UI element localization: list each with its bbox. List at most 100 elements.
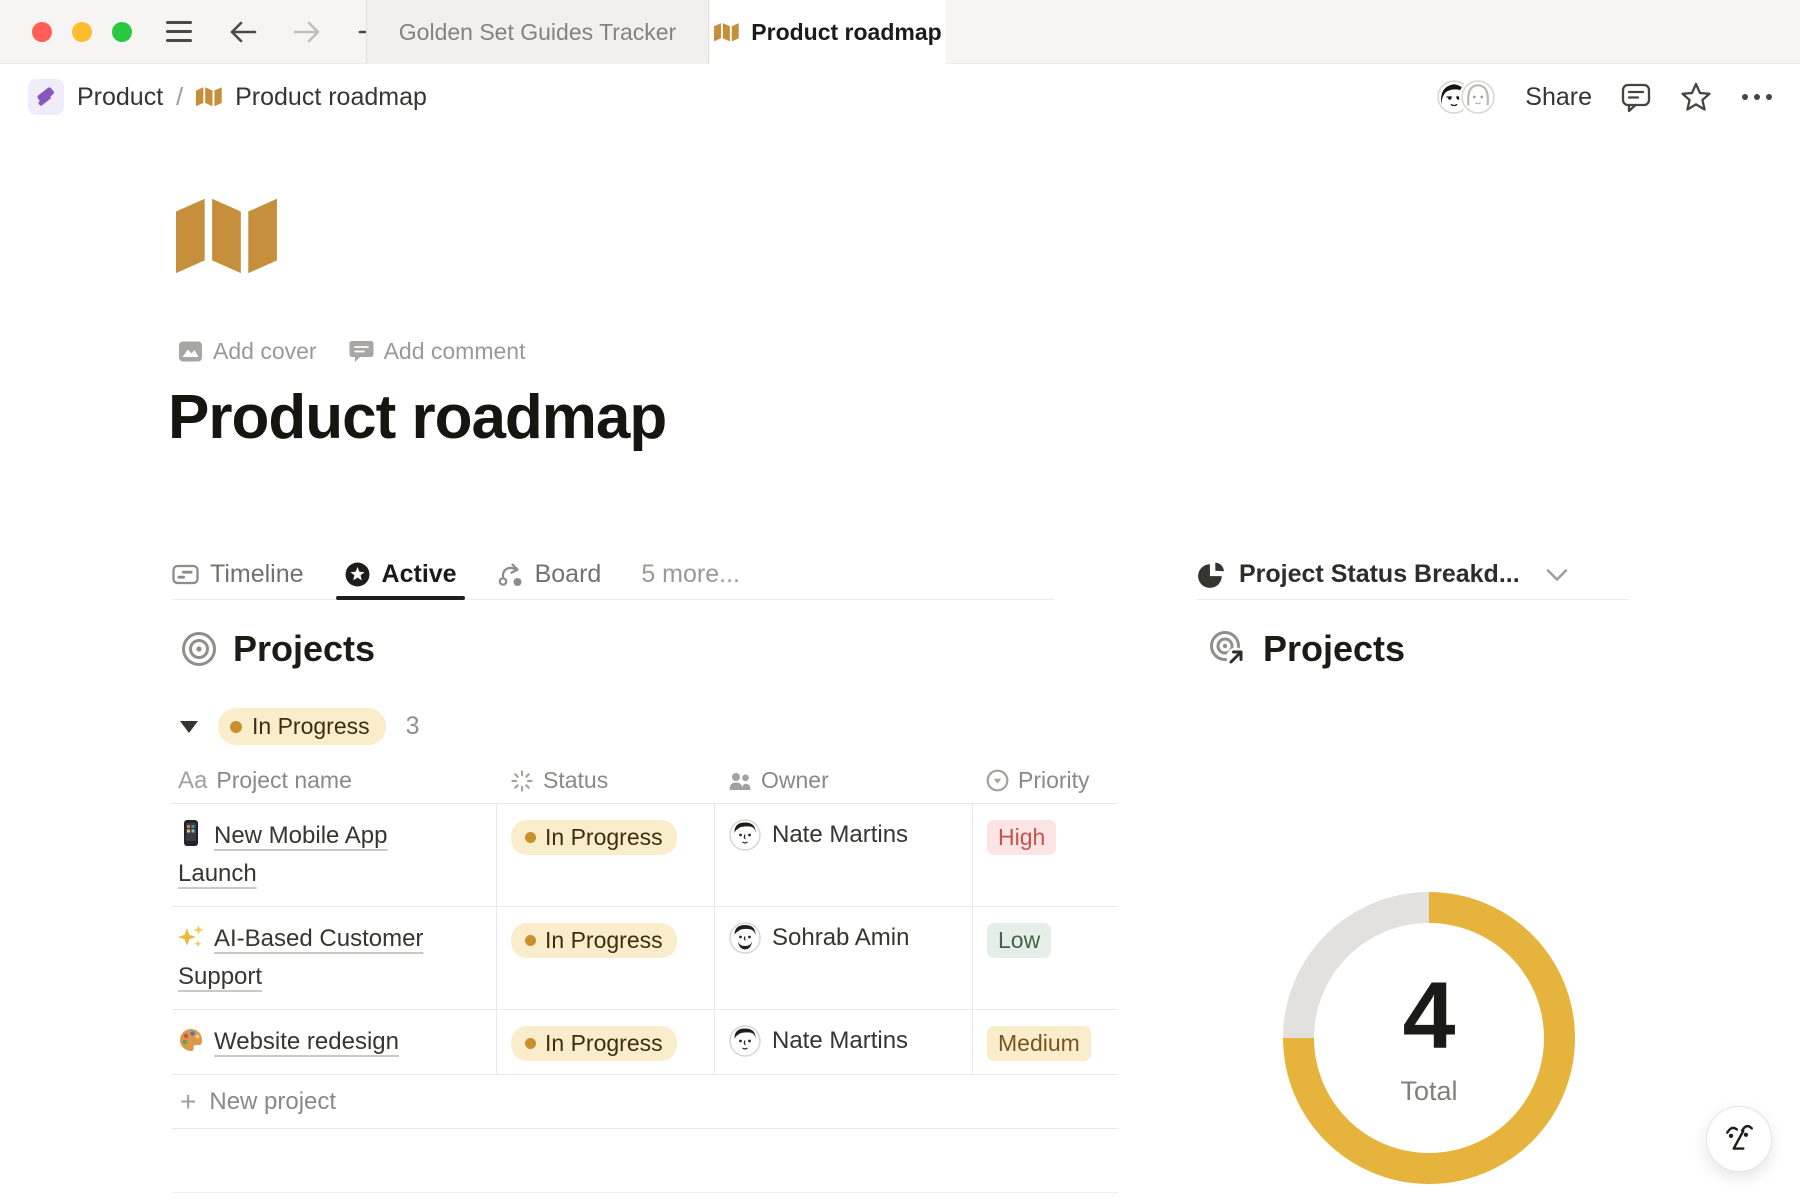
tab-board[interactable]: Board xyxy=(497,550,602,599)
owner-name: Nate Martins xyxy=(772,821,908,849)
breadcrumb-item-product[interactable]: Product xyxy=(77,83,163,112)
tab-active[interactable]: Active xyxy=(344,550,457,599)
more-options-icon[interactable] xyxy=(1740,92,1774,102)
add-cover-button[interactable]: Add cover xyxy=(178,338,317,365)
favorite-star-icon[interactable] xyxy=(1680,81,1712,113)
forward-arrow-icon[interactable] xyxy=(290,15,324,49)
project-name-cell[interactable]: AI-Based Customer Support xyxy=(172,907,496,1009)
owner-avatar xyxy=(729,1025,761,1057)
plus-icon: + xyxy=(180,1088,196,1116)
project-link[interactable]: New Mobile App Launch xyxy=(178,822,387,887)
project-link[interactable]: Website redesign xyxy=(214,1028,399,1055)
header-actions: Share xyxy=(1435,78,1774,116)
tab-label: Golden Set Guides Tracker xyxy=(399,19,676,46)
target-arrow-icon xyxy=(1208,629,1248,669)
status-cell[interactable]: In Progress xyxy=(496,804,714,906)
owner-name: Sohrab Amin xyxy=(772,924,909,952)
minimize-window-button[interactable] xyxy=(72,22,92,42)
comments-icon[interactable] xyxy=(1620,81,1652,113)
right-view-tab[interactable]: Project Status Breakd... xyxy=(1197,550,1629,600)
owner-avatar xyxy=(729,819,761,851)
back-arrow-icon[interactable] xyxy=(226,15,260,49)
notion-ai-button[interactable] xyxy=(1706,1106,1772,1172)
comment-icon xyxy=(349,339,374,364)
share-button[interactable]: Share xyxy=(1525,83,1592,112)
target-icon xyxy=(180,630,218,668)
priority-cell[interactable]: High xyxy=(972,804,1118,906)
status-label: In Progress xyxy=(545,1030,663,1057)
donut-total-label: Total xyxy=(1400,1076,1457,1107)
owner-cell[interactable]: Nate Martins xyxy=(714,804,972,906)
browser-tab-active[interactable]: Product roadmap xyxy=(710,0,946,64)
window-topbar: Golden Set Guides Tracker Product roadma… xyxy=(0,0,1800,64)
status-cell[interactable]: In Progress xyxy=(496,907,714,1009)
donut-ring: 4 Total xyxy=(1283,892,1575,1184)
projects-table: Aa Project name Status Owner Priority xyxy=(172,758,1118,1129)
group-status-pill[interactable]: In Progress xyxy=(218,708,386,745)
add-comment-button[interactable]: Add comment xyxy=(349,338,526,365)
tab-label: Timeline xyxy=(210,560,304,589)
breadcrumb-item-page[interactable]: Product roadmap xyxy=(235,83,427,112)
image-icon xyxy=(178,339,203,364)
projects-heading-label: Projects xyxy=(1263,628,1405,670)
close-window-button[interactable] xyxy=(32,22,52,42)
priority-cell[interactable]: Medium xyxy=(972,1010,1118,1074)
column-header-owner[interactable]: Owner xyxy=(714,767,972,794)
donut-center: 4 Total xyxy=(1314,923,1544,1153)
collapse-triangle-icon[interactable] xyxy=(180,721,198,733)
status-cell[interactable]: In Progress xyxy=(496,1010,714,1074)
priority-pill[interactable]: Medium xyxy=(987,1026,1091,1061)
column-header-status[interactable]: Status xyxy=(496,767,714,794)
new-project-button[interactable]: + New project xyxy=(172,1075,1118,1129)
breadcrumb-separator: / xyxy=(176,83,183,112)
column-header-name[interactable]: Aa Project name xyxy=(172,767,496,795)
status-dot xyxy=(525,832,536,843)
priority-pill[interactable]: High xyxy=(987,820,1056,855)
column-label: Project name xyxy=(216,767,352,794)
tab-label: Board xyxy=(535,560,602,589)
status-spinner-icon xyxy=(510,769,534,793)
status-label: In Progress xyxy=(545,927,663,954)
owner-name: Nate Martins xyxy=(772,1027,908,1055)
projects-heading-label: Projects xyxy=(233,628,375,670)
priority-icon xyxy=(986,769,1009,792)
chevron-down-icon[interactable] xyxy=(1546,568,1568,582)
priority-pill[interactable]: Low xyxy=(987,923,1051,958)
new-project-label: New project xyxy=(209,1088,336,1116)
collaborator-avatars[interactable] xyxy=(1435,78,1497,116)
tab-timeline[interactable]: Timeline xyxy=(172,550,304,599)
column-label: Owner xyxy=(761,767,829,794)
table-header-row: Aa Project name Status Owner Priority xyxy=(172,758,1118,804)
avatar xyxy=(1459,78,1497,116)
project-link[interactable]: AI-Based Customer Support xyxy=(178,925,423,990)
page-icon-map[interactable] xyxy=(176,196,278,278)
tab-label: Product roadmap xyxy=(751,19,941,46)
page-decorations: Add cover Add comment xyxy=(178,338,525,365)
owner-cell[interactable]: Nate Martins xyxy=(714,1010,972,1074)
project-name-cell[interactable]: Website redesign xyxy=(172,1010,496,1074)
table-row: Website redesign In Progress Nate Martin… xyxy=(172,1010,1118,1075)
projects-section-heading: Projects xyxy=(180,628,375,670)
priority-cell[interactable]: Low xyxy=(972,907,1118,1009)
add-cover-label: Add cover xyxy=(213,338,317,365)
zoom-window-button[interactable] xyxy=(112,22,132,42)
menu-icon[interactable] xyxy=(162,15,196,49)
star-badge-icon xyxy=(344,561,371,588)
ai-face-icon xyxy=(1722,1122,1756,1156)
board-icon xyxy=(497,562,524,588)
status-dot xyxy=(230,721,242,733)
column-header-priority[interactable]: Priority xyxy=(972,767,1118,794)
more-views-button[interactable]: 5 more... xyxy=(641,560,740,589)
status-label: In Progress xyxy=(545,824,663,851)
page-header: Product / Product roadmap Share xyxy=(0,65,1800,129)
owner-avatar xyxy=(729,922,761,954)
column-label: Priority xyxy=(1018,767,1090,794)
group-header: In Progress 3 xyxy=(180,708,420,745)
map-icon xyxy=(196,86,222,108)
view-tabs: Timeline Active Board 5 more... xyxy=(172,550,1054,600)
right-view-label: Project Status Breakd... xyxy=(1239,560,1520,589)
page-title: Product roadmap xyxy=(168,382,666,453)
project-name-cell[interactable]: New Mobile App Launch xyxy=(172,804,496,906)
browser-tab-inactive[interactable]: Golden Set Guides Tracker xyxy=(366,0,709,64)
owner-cell[interactable]: Sohrab Amin xyxy=(714,907,972,1009)
